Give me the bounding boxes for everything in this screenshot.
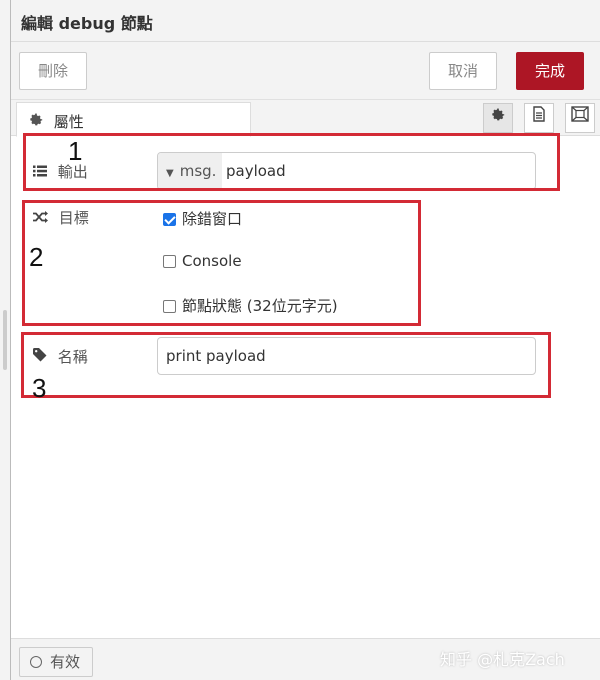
- target-option-debug-window[interactable]: 除錯窗口: [163, 208, 242, 229]
- shuffle-icon: [33, 209, 53, 227]
- tab-properties[interactable]: 屬性: [16, 102, 251, 137]
- output-type-label: msg.: [179, 162, 217, 180]
- name-label: 名稱: [33, 346, 88, 367]
- panel-header: 編輯 debug 節點: [11, 0, 600, 42]
- annotation-number-1: 1: [68, 136, 83, 166]
- output-typed-input: ▼ msg. payload: [157, 152, 536, 190]
- gear-icon: [29, 113, 48, 131]
- debug-window-label: 除錯窗口: [182, 210, 243, 228]
- sidebar-resize-handle[interactable]: [3, 310, 7, 370]
- target-option-console[interactable]: Console: [163, 252, 242, 270]
- name-input[interactable]: print payload: [157, 337, 536, 375]
- gear-icon: [491, 108, 505, 126]
- document-icon: [532, 106, 546, 126]
- panel-tabs: 屬性: [11, 100, 600, 137]
- name-label-text: 名稱: [57, 348, 88, 366]
- target-option-node-status[interactable]: 節點狀態 (32位元字元): [163, 295, 338, 316]
- target-label-text: 目標: [58, 209, 89, 227]
- node-status-checkbox[interactable]: [163, 300, 176, 313]
- tab-settings[interactable]: [483, 103, 513, 133]
- tab-properties-label: 屬性: [53, 113, 84, 131]
- cancel-button[interactable]: 取消: [429, 52, 497, 90]
- circle-icon: [30, 656, 42, 668]
- node-status-label: 節點狀態 (32位元字元): [182, 297, 338, 315]
- frame-icon: [571, 106, 589, 126]
- done-button[interactable]: 完成: [516, 52, 584, 90]
- panel-title: 編輯 debug 節點: [21, 14, 153, 33]
- enabled-toggle[interactable]: 有效: [19, 647, 93, 677]
- output-type-select[interactable]: ▼ msg.: [158, 153, 222, 189]
- console-checkbox[interactable]: [163, 255, 176, 268]
- edit-node-panel: 編輯 debug 節點 刪除 取消 完成 屬性 輸出 ▼ msg. payloa…: [10, 0, 600, 680]
- tag-icon: [33, 348, 52, 366]
- annotation-number-3: 3: [32, 373, 47, 403]
- watermark: 知乎 @札克Zach: [440, 650, 565, 669]
- tab-description[interactable]: [524, 103, 554, 133]
- debug-window-checkbox[interactable]: [163, 213, 176, 226]
- list-icon: [33, 163, 52, 181]
- output-value-field[interactable]: payload: [226, 153, 286, 189]
- panel-toolbar: 刪除 取消 完成: [11, 42, 600, 100]
- tab-appearance[interactable]: [565, 103, 595, 133]
- target-label: 目標: [33, 207, 89, 228]
- annotation-number-2: 2: [29, 242, 44, 272]
- delete-button[interactable]: 刪除: [19, 52, 87, 90]
- enabled-label: 有效: [50, 653, 81, 671]
- console-label: Console: [182, 252, 242, 270]
- caret-down-icon: ▼: [166, 168, 174, 179]
